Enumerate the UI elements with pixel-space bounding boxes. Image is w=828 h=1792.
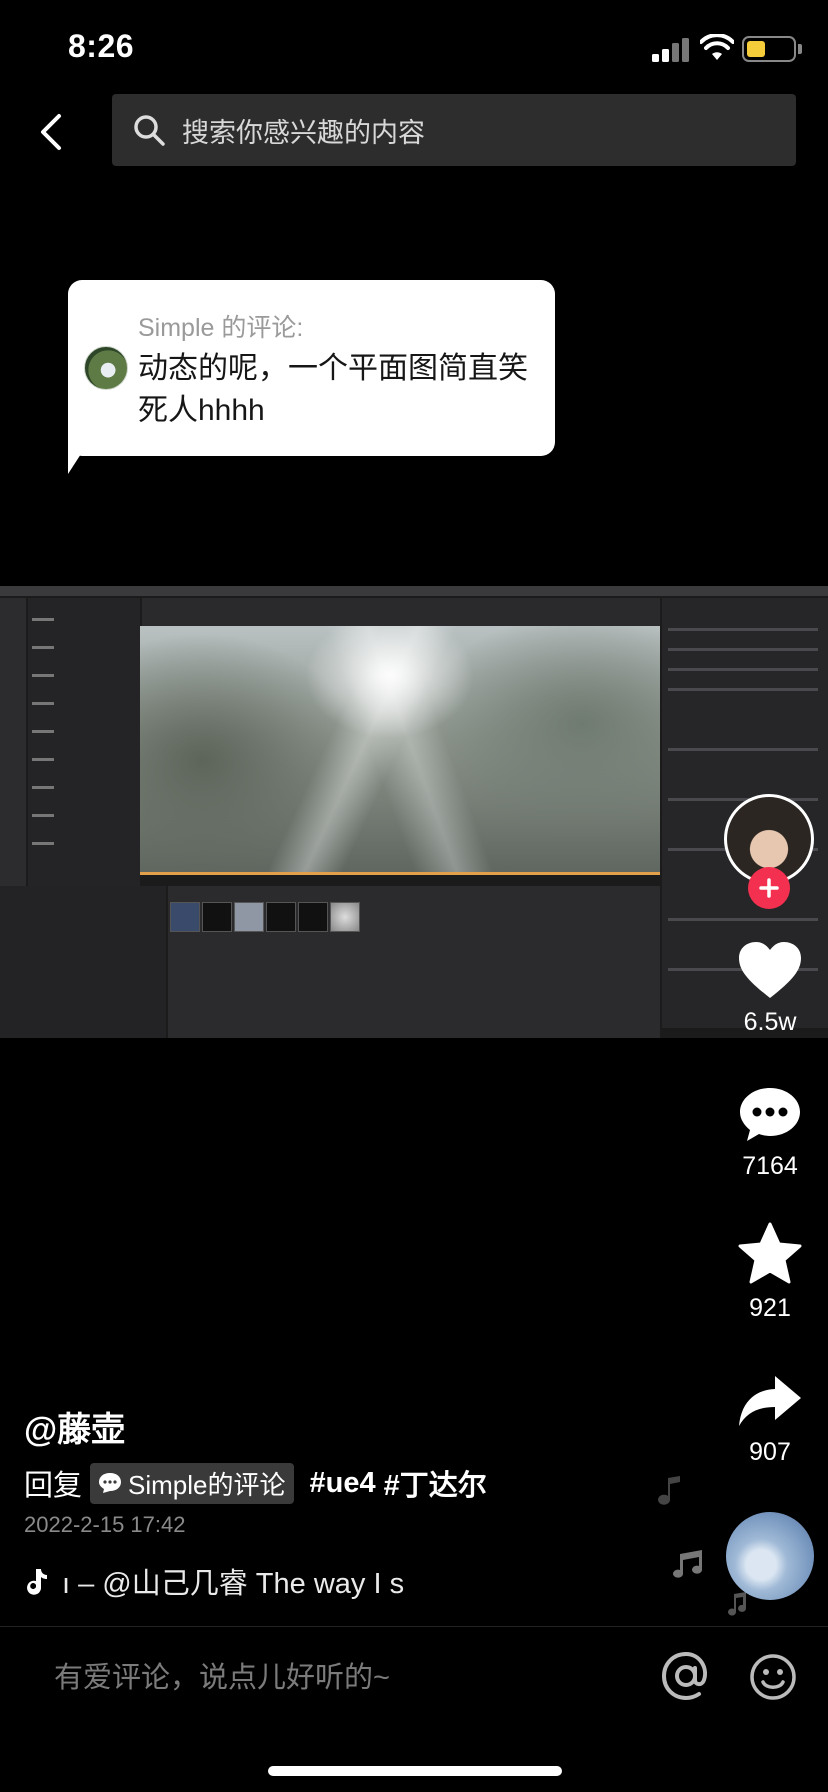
music-note-icon <box>728 1592 747 1616</box>
battery-icon <box>742 36 796 62</box>
editor-titlebar <box>0 586 828 596</box>
search-icon <box>134 115 165 146</box>
music-icon <box>27 1569 47 1595</box>
music-title: ı – @山己几睿 The way I s <box>62 1568 405 1600</box>
plus-icon <box>759 878 779 898</box>
reply-chip[interactable]: Simple的评论 <box>90 1462 294 1504</box>
back-icon <box>41 114 61 150</box>
battery-cap <box>798 44 802 54</box>
comment-count: 7164 <box>742 1152 798 1180</box>
wifi-icon <box>700 34 734 60</box>
reply-comment-bubble[interactable]: Simple 的评论: 动态的呢，一个平面图简直笑死人hhhh <box>68 280 555 456</box>
search-placeholder: 搜索你感兴趣的内容 <box>182 117 425 148</box>
battery-level <box>747 41 765 57</box>
editor-content-browser <box>168 886 660 1038</box>
heart-icon <box>739 942 801 998</box>
reply-prefix: 回复 <box>24 1470 83 1502</box>
bubble-tail <box>68 440 90 474</box>
favorite-count: 921 <box>749 1294 791 1322</box>
divider <box>0 1626 828 1627</box>
share-button[interactable]: 907 <box>720 1374 820 1467</box>
comment-button[interactable]: 7164 <box>720 1084 820 1181</box>
follow-button[interactable] <box>748 867 790 909</box>
comment-icon <box>740 1088 800 1141</box>
star-icon <box>738 1222 802 1284</box>
music-note-icon <box>658 1476 680 1505</box>
music-note-icon <box>673 1550 702 1578</box>
music-ticker[interactable]: ı – @山己几睿 The way I s <box>24 1560 444 1602</box>
emoji-icon[interactable] <box>748 1652 798 1702</box>
comment-icon <box>99 1473 122 1493</box>
signal-icon <box>652 38 689 62</box>
viewport-forest-scene <box>140 626 660 875</box>
favorite-button[interactable]: 921 <box>720 1222 820 1323</box>
like-button[interactable]: 6.5w <box>720 940 820 1037</box>
share-count: 907 <box>749 1438 791 1466</box>
hashtag-tyndall[interactable]: #丁达尔 <box>384 1462 487 1504</box>
comment-bubble-title: Simple 的评论: <box>138 314 304 342</box>
editor-place-panel <box>28 598 140 888</box>
commenter-avatar <box>84 346 128 390</box>
post-caption: 回复 Simple的评论 #ue4 #丁达尔 <box>24 1462 487 1504</box>
post-date: 2022-2-15 17:42 <box>24 1512 186 1537</box>
comment-bubble-text: 动态的呢，一个平面图简直笑死人hhhh <box>138 352 528 427</box>
search-input[interactable]: 搜索你感兴趣的内容 <box>112 94 796 166</box>
reply-chip-label: Simple的评论 <box>128 1469 286 1500</box>
author-name[interactable]: @藤壶 <box>24 1402 125 1451</box>
hashtag-ue4[interactable]: #ue4 <box>310 1467 376 1500</box>
back-button[interactable] <box>28 108 76 156</box>
editor-folder-tree <box>0 886 166 1038</box>
at-icon[interactable] <box>658 1648 714 1704</box>
like-count: 6.5w <box>743 1008 797 1036</box>
share-icon <box>739 1376 801 1426</box>
home-indicator <box>268 1766 562 1776</box>
comment-input[interactable]: 有爱评论，说点儿好听的~ <box>54 1654 390 1696</box>
music-disc[interactable] <box>726 1512 814 1600</box>
editor-modes-panel <box>0 598 26 888</box>
status-time: 8:26 <box>68 28 135 64</box>
video-player[interactable] <box>0 586 828 1038</box>
